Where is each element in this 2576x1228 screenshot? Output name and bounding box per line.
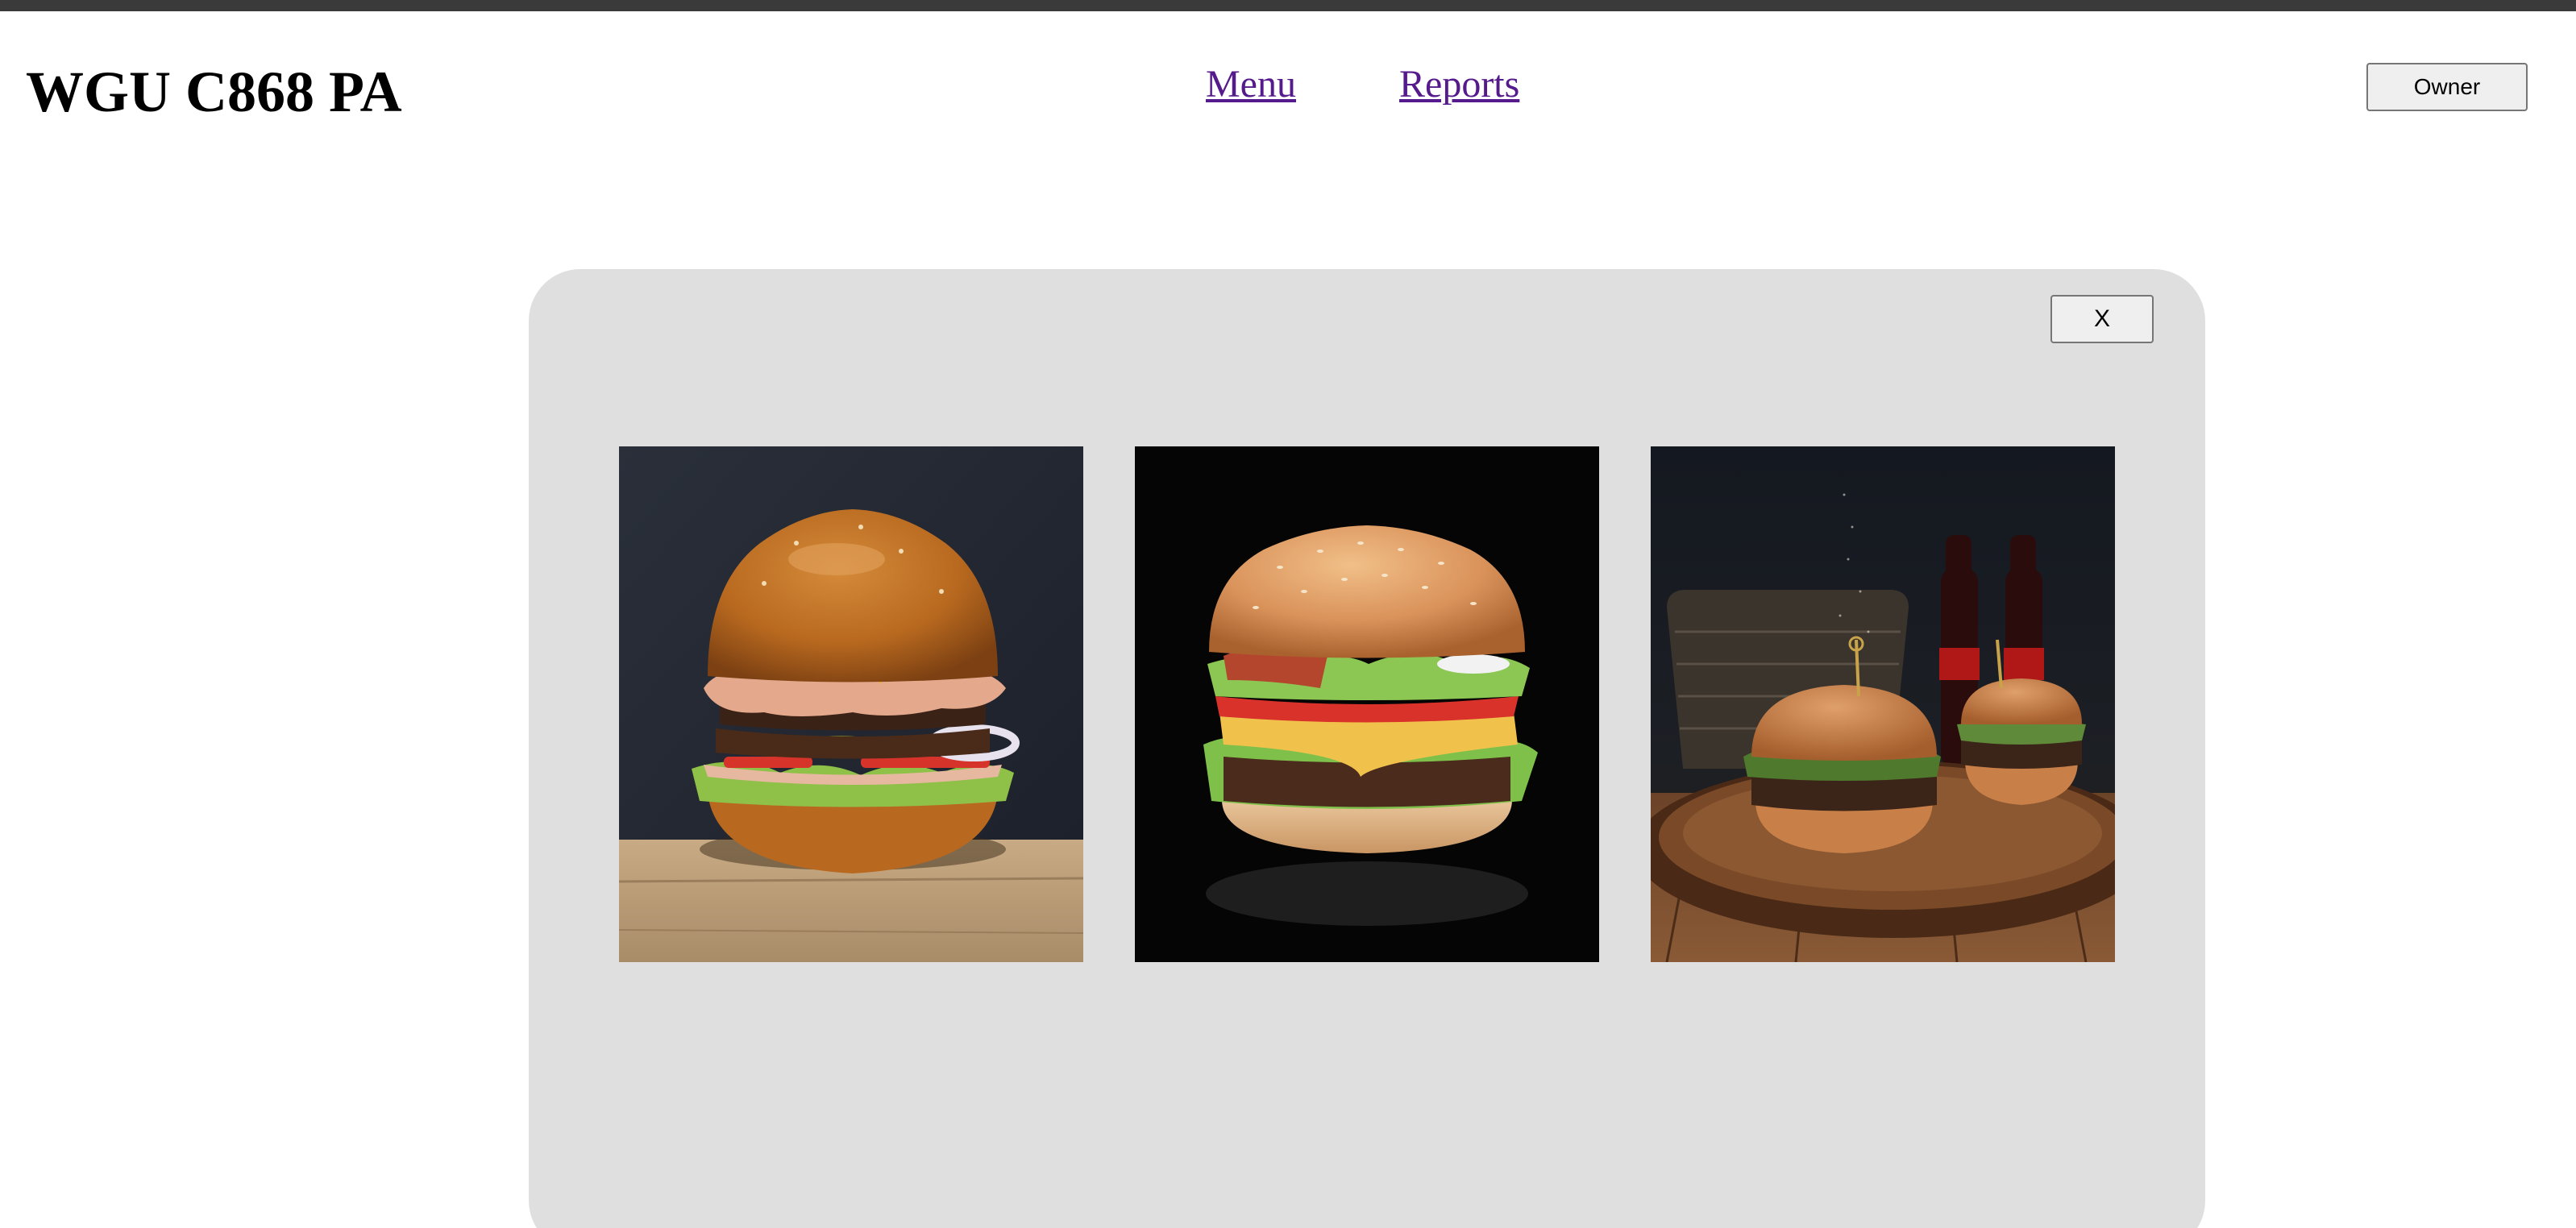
owner-button[interactable]: Owner (2366, 63, 2528, 111)
close-button[interactable]: X (2050, 295, 2154, 343)
top-strip (0, 0, 2576, 11)
nav-link-menu[interactable]: Menu (1206, 56, 1296, 113)
burger-3-illustration (1651, 446, 2115, 962)
image-modal: X (529, 269, 2205, 1228)
site-title: WGU C868 PA (26, 60, 402, 124)
burger-image-2 (1135, 446, 1599, 962)
burger-2-illustration (1135, 446, 1599, 962)
burger-image-3 (1651, 446, 2115, 962)
burger-1-illustration (619, 446, 1083, 962)
nav-link-reports[interactable]: Reports (1399, 56, 1519, 113)
burger-image-1 (619, 446, 1083, 962)
